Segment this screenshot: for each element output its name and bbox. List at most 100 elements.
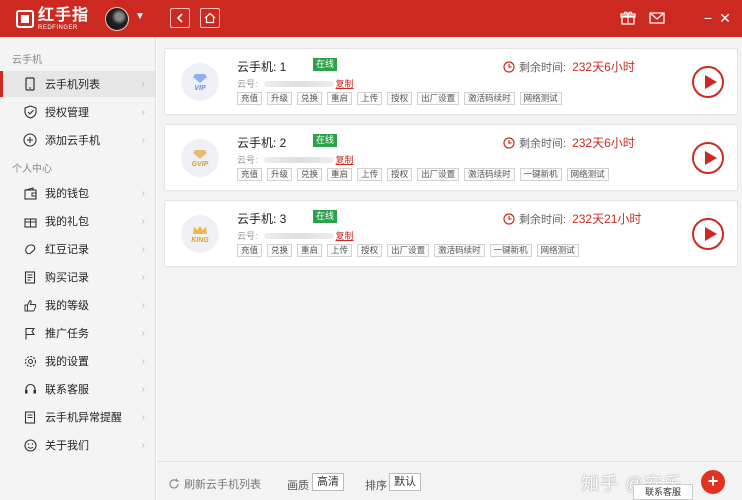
- logo-subtitle: REDFINGER: [38, 24, 78, 31]
- refresh-icon: [169, 478, 179, 489]
- close-button[interactable]: ✕: [717, 9, 733, 27]
- mail-icon: [649, 12, 665, 24]
- app-logo: 红手指 REDFINGER: [16, 7, 89, 31]
- chevron-right-icon: ›: [141, 355, 145, 367]
- sidebar-item-abnormal-alert[interactable]: 云手机异常提醒 ›: [0, 404, 155, 430]
- phone-card-2[interactable]: GVIP 云手机: 2 在线 云号: 复制 充值 升级 兑换 重启 上传 授权 …: [164, 124, 738, 191]
- add-button[interactable]: +: [701, 470, 725, 494]
- phone-id-row: 云号: 复制: [237, 153, 354, 166]
- redeem-button[interactable]: 兑换: [297, 168, 323, 181]
- sidebar-item-phone-list[interactable]: 云手机列表 ›: [0, 71, 155, 97]
- restart-button[interactable]: 重启: [297, 244, 323, 257]
- play-button[interactable]: [692, 218, 724, 250]
- redeem-button[interactable]: 兑换: [267, 244, 293, 257]
- new-device-button[interactable]: 一键新机: [489, 244, 532, 257]
- phone-card-3[interactable]: KING 云手机: 3 在线 云号: 复制 充值 兑换 重启 上传 授权 出厂设…: [164, 200, 738, 267]
- sidebar-item-authorization[interactable]: 授权管理 ›: [0, 99, 155, 125]
- factory-reset-button[interactable]: 出厂设置: [417, 168, 460, 181]
- sidebar-item-label: 云手机列表: [45, 79, 100, 91]
- action-buttons: 充值 升级 兑换 重启 上传 授权 出厂设置 激活码续时 网络测试: [237, 92, 562, 105]
- play-button[interactable]: [692, 142, 724, 174]
- network-test-button[interactable]: 网络测试: [566, 168, 609, 181]
- activation-code-button[interactable]: 激活码续时: [464, 168, 515, 181]
- caret-down-icon[interactable]: ▼: [135, 11, 145, 22]
- sidebar-item-gift-pack[interactable]: 我的礼包 ›: [0, 208, 155, 234]
- quality-select[interactable]: 高清: [312, 473, 344, 491]
- chevron-right-icon: ›: [141, 411, 145, 423]
- chevron-right-icon: ›: [141, 383, 145, 395]
- sidebar-item-wallet[interactable]: 我的钱包 ›: [0, 180, 155, 206]
- home-button[interactable]: [200, 8, 220, 28]
- main-content: VIP 云手机: 1 在线 云号: 复制 充值 升级 兑换 重启 上传 授权 出…: [157, 37, 742, 500]
- sidebar-item-about-us[interactable]: 关于我们 ›: [0, 432, 155, 458]
- restart-button[interactable]: 重启: [327, 92, 353, 105]
- authorize-button[interactable]: 授权: [387, 168, 413, 181]
- copy-link[interactable]: 复制: [336, 153, 354, 166]
- sort-label: 排序: [365, 480, 387, 492]
- phone-id-redacted: [263, 80, 334, 87]
- authorize-button[interactable]: 授权: [387, 92, 413, 105]
- redeem-button[interactable]: 兑换: [297, 92, 323, 105]
- quality-label: 画质: [287, 480, 309, 492]
- sidebar-item-settings[interactable]: 我的设置 ›: [0, 348, 155, 374]
- new-device-button[interactable]: 一键新机: [519, 168, 562, 181]
- remaining-label: 剩余时间:: [519, 213, 567, 226]
- avatar[interactable]: [105, 7, 129, 31]
- sidebar-item-label: 云手机异常提醒: [45, 412, 122, 424]
- action-buttons: 充值 兑换 重启 上传 授权 出厂设置 激活码续时 一键新机 网络测试: [237, 244, 579, 257]
- remaining-value: 232天6小时: [572, 60, 635, 74]
- back-button[interactable]: [170, 8, 190, 28]
- remaining-label: 剩余时间:: [519, 137, 567, 150]
- level-label: KING: [191, 236, 209, 244]
- upload-button[interactable]: 上传: [327, 244, 353, 257]
- sidebar-item-label: 红豆记录: [45, 244, 89, 256]
- minimize-button[interactable]: −: [700, 9, 716, 27]
- plus-icon: +: [707, 471, 719, 491]
- sidebar-item-label: 购买记录: [45, 272, 89, 284]
- sidebar-item-promotion-task[interactable]: 推广任务 ›: [0, 320, 155, 346]
- network-test-button[interactable]: 网络测试: [536, 244, 579, 257]
- crown-icon: [193, 225, 207, 234]
- recharge-button[interactable]: 充值: [237, 92, 263, 105]
- factory-reset-button[interactable]: 出厂设置: [387, 244, 430, 257]
- upload-button[interactable]: 上传: [357, 168, 383, 181]
- sidebar-item-contact-service[interactable]: 联系客服 ›: [0, 376, 155, 402]
- sidebar: 云手机 云手机列表 › 授权管理 › 添加云手机 › 个人中心 我的钱包 › 我…: [0, 37, 156, 500]
- sidebar-item-label: 关于我们: [45, 440, 89, 452]
- headset-icon: [23, 382, 37, 396]
- refresh-list-button[interactable]: 刷新云手机列表: [168, 476, 261, 492]
- phone-card-1[interactable]: VIP 云手机: 1 在线 云号: 复制 充值 升级 兑换 重启 上传 授权 出…: [164, 48, 738, 115]
- sidebar-item-label: 我的礼包: [45, 216, 89, 228]
- status-badge: 在线: [313, 58, 337, 71]
- copy-link[interactable]: 复制: [336, 77, 354, 90]
- activation-code-button[interactable]: 激活码续时: [464, 92, 515, 105]
- sidebar-item-add-phone[interactable]: 添加云手机 ›: [0, 127, 155, 153]
- recharge-button[interactable]: 充值: [237, 168, 263, 181]
- sidebar-item-purchase-record[interactable]: 购买记录 ›: [0, 264, 155, 290]
- copy-link[interactable]: 复制: [336, 229, 354, 242]
- network-test-button[interactable]: 网络测试: [519, 92, 562, 105]
- thumb-icon: [23, 298, 37, 312]
- authorize-button[interactable]: 授权: [357, 244, 383, 257]
- logo-mark-icon: [16, 10, 34, 28]
- upgrade-button[interactable]: 升级: [267, 92, 293, 105]
- shield-check-icon: [23, 105, 37, 119]
- play-button[interactable]: [692, 66, 724, 98]
- sort-select[interactable]: 默认: [389, 473, 421, 491]
- restart-button[interactable]: 重启: [327, 168, 353, 181]
- mail-button[interactable]: [648, 9, 666, 27]
- chevron-right-icon: ›: [141, 187, 145, 199]
- sidebar-item-my-level[interactable]: 我的等级 ›: [0, 292, 155, 318]
- chevron-right-icon: ›: [141, 271, 145, 283]
- activation-code-button[interactable]: 激活码续时: [434, 244, 485, 257]
- factory-reset-button[interactable]: 出厂设置: [417, 92, 460, 105]
- upload-button[interactable]: 上传: [357, 92, 383, 105]
- recharge-button[interactable]: 充值: [237, 244, 263, 257]
- upgrade-button[interactable]: 升级: [267, 168, 293, 181]
- remaining-value: 232天21小时: [572, 212, 642, 226]
- phone-id-row: 云号: 复制: [237, 77, 354, 90]
- bean-icon: [23, 242, 37, 256]
- contact-service-button[interactable]: 联系客服: [633, 484, 693, 500]
- gift-button[interactable]: [619, 9, 637, 27]
- sidebar-item-bean-record[interactable]: 红豆记录 ›: [0, 236, 155, 262]
